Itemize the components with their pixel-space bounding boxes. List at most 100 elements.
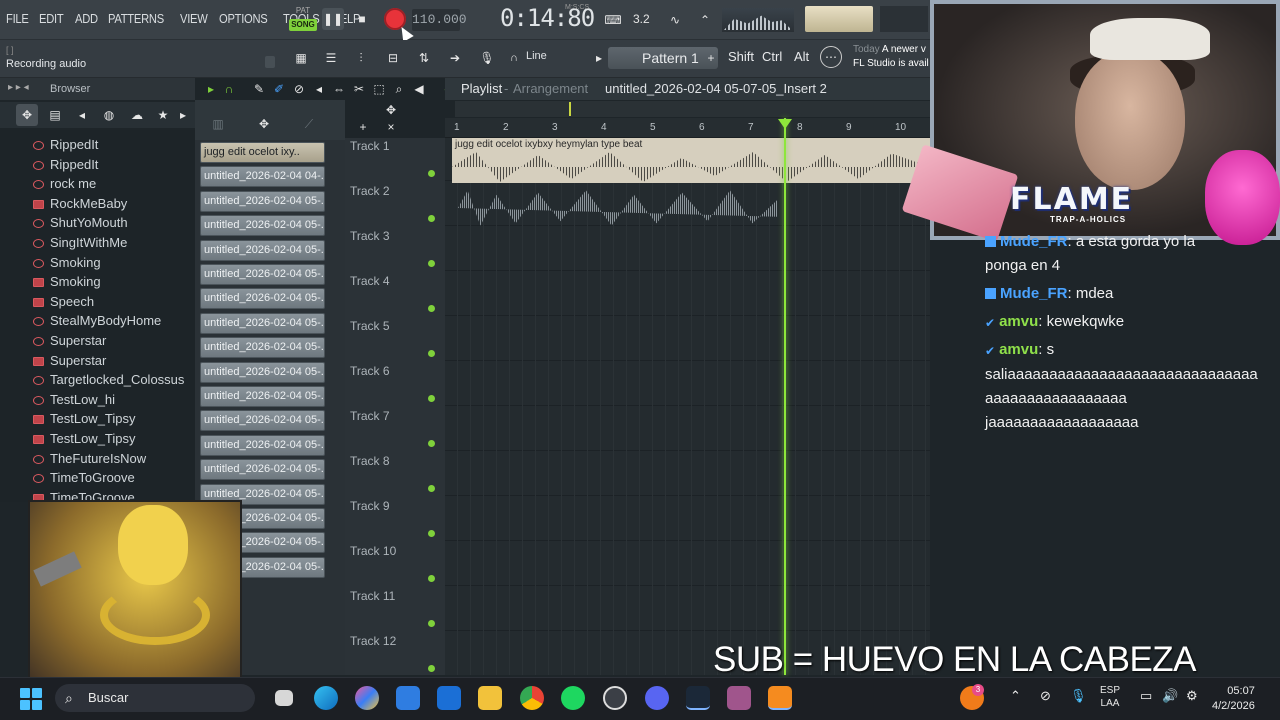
browser-files-icon[interactable]: ▤ xyxy=(44,104,66,126)
track-enable-led[interactable] xyxy=(428,350,435,357)
pattern-item[interactable]: untitled_2026-02-04 05-.. xyxy=(200,288,325,310)
track-label[interactable]: Track 8 xyxy=(350,454,390,468)
pencil-icon[interactable]: ✎ xyxy=(248,78,270,100)
chat-username[interactable]: Mude_FR xyxy=(1000,233,1068,250)
channel-rack-icon[interactable]: ⫶ xyxy=(350,47,372,69)
menu-options[interactable]: OPTIONS xyxy=(219,11,268,26)
paint-icon[interactable]: ✐ xyxy=(268,78,290,100)
mixer-icon[interactable]: ⊟ xyxy=(382,47,404,69)
pattern-item[interactable]: untitled_2026-02-04 05-.. xyxy=(200,239,325,261)
track-label[interactable]: Track 4 xyxy=(350,274,390,288)
browser-item[interactable]: SingItWithMe xyxy=(50,235,127,250)
spotify-icon[interactable] xyxy=(561,686,585,710)
file-explorer-icon[interactable] xyxy=(478,686,502,710)
mute-icon[interactable]: ◂ xyxy=(308,78,330,100)
browser-item[interactable]: TestLow_hi xyxy=(50,392,115,407)
pattern-item[interactable]: untitled_2026-02-04 05-.. xyxy=(200,312,325,334)
track-label[interactable]: Track 11 xyxy=(350,589,395,603)
pattern-item[interactable]: untitled_2026-02-04 05-.. xyxy=(200,215,325,237)
playhead-marker[interactable] xyxy=(778,119,792,129)
pause-button[interactable]: ❚❚ xyxy=(322,8,344,30)
browser-world-icon[interactable]: ◍ xyxy=(98,104,120,126)
discord-icon[interactable] xyxy=(645,686,669,710)
add-icon[interactable]: + xyxy=(352,116,374,138)
tempo-display[interactable]: 110.000 xyxy=(412,9,467,31)
browser-item[interactable]: RockMeBaby xyxy=(50,196,127,211)
playlist-window-icon[interactable]: ▦ xyxy=(290,47,312,69)
track-label[interactable]: Track 12 xyxy=(350,634,396,648)
browser-filter-icon[interactable]: ✥ xyxy=(16,104,38,126)
tray-settings-icon[interactable]: ⚙ xyxy=(1186,688,1198,704)
headphones-icon[interactable]: ∩ xyxy=(218,78,240,100)
slice-icon[interactable]: ✂ xyxy=(348,78,370,100)
pattern-item[interactable]: jugg edit ocelot ixy.. xyxy=(200,142,325,163)
steam-icon[interactable] xyxy=(686,686,710,710)
browser-next-icon[interactable]: ▸ xyxy=(172,104,194,126)
tray-chevron-icon[interactable]: ⌃ xyxy=(1010,688,1021,704)
track-enable-led[interactable] xyxy=(428,575,435,582)
track-enable-led[interactable] xyxy=(428,530,435,537)
master-volume-slider[interactable] xyxy=(805,6,873,32)
arrow-right-icon[interactable]: ➔ xyxy=(444,47,466,69)
menu-view[interactable]: VIEW xyxy=(180,11,208,26)
meter-display[interactable]: 3.2 xyxy=(633,12,650,26)
track-enable-led[interactable] xyxy=(428,485,435,492)
pattern-list-icon[interactable]: ▥ xyxy=(207,113,229,135)
browser-arrow-icon[interactable]: ▸ ▸ ◂ xyxy=(8,82,29,93)
track-enable-led[interactable] xyxy=(428,665,435,672)
tools-icon[interactable]: ⟋ xyxy=(298,113,320,135)
news-panel[interactable]: Today A newer v FL Studio is avail xyxy=(853,43,929,71)
browser-item[interactable]: Smoking xyxy=(50,255,101,270)
track-enable-led[interactable] xyxy=(428,305,435,312)
snap-selector[interactable]: Line xyxy=(526,50,547,62)
typing-keyboard-icon[interactable]: ⌨ xyxy=(602,9,624,31)
browser-item[interactable]: ShutYoMouth xyxy=(50,215,128,230)
chat-username[interactable]: amvu xyxy=(999,341,1038,358)
browser-item[interactable]: rock me xyxy=(50,176,96,191)
ctrl-key[interactable]: Ctrl xyxy=(762,49,782,64)
menu-edit[interactable]: EDIT xyxy=(39,11,64,26)
delete-icon[interactable]: ⊘ xyxy=(288,78,310,100)
piano-roll-icon[interactable]: ☰ xyxy=(320,47,342,69)
browser-item[interactable]: RippedIt xyxy=(50,137,98,152)
browser-item[interactable]: Superstar xyxy=(50,333,106,348)
track-label[interactable]: Track 9 xyxy=(350,499,390,513)
browser-item[interactable]: Speech xyxy=(50,294,94,309)
browser-header[interactable]: Browser xyxy=(0,78,195,100)
taskbar-clock[interactable]: 05:07 4/2/2026 xyxy=(1212,684,1255,714)
track-label[interactable]: Track 5 xyxy=(350,319,390,333)
news-icon[interactable]: ⋯ xyxy=(820,46,842,68)
metronome-icon[interactable]: ⌃ xyxy=(694,9,716,31)
pattern-item[interactable]: untitled_2026-02-04 05-.. xyxy=(200,264,325,285)
microphone-icon[interactable]: 🎙 xyxy=(476,47,498,69)
magnet-icon[interactable]: ∩ xyxy=(503,47,525,69)
track-enable-led[interactable] xyxy=(428,215,435,222)
browser-item[interactable]: TheFutureIsNow xyxy=(50,451,146,466)
tray-display-icon[interactable]: ▭ xyxy=(1140,688,1152,704)
slip-icon[interactable]: ⇔ xyxy=(328,78,350,100)
playback-icon[interactable]: ◀ xyxy=(408,78,430,100)
task-view-icon[interactable] xyxy=(275,690,293,706)
edge-icon[interactable] xyxy=(314,686,338,710)
browser-item[interactable]: TestLow_Tipsy xyxy=(50,431,136,446)
track-enable-led[interactable] xyxy=(428,260,435,267)
winrar-icon[interactable] xyxy=(727,686,751,710)
shift-key[interactable]: Shift xyxy=(728,49,754,64)
tray-volume-icon[interactable]: 🔊 xyxy=(1162,688,1178,704)
taskbar-search[interactable]: ⌕ Buscar xyxy=(55,684,255,712)
menu-patterns[interactable]: PATTERNS xyxy=(108,11,164,26)
chrome-icon[interactable] xyxy=(520,686,544,710)
loop-marker[interactable] xyxy=(569,102,571,116)
track-label[interactable]: Track 3 xyxy=(350,229,390,243)
browser-item[interactable]: TestLow_Tipsy xyxy=(50,411,136,426)
track-enable-led[interactable] xyxy=(428,620,435,627)
track-label[interactable]: Track 1 xyxy=(350,139,390,153)
chat-username[interactable]: amvu xyxy=(999,313,1038,330)
plugin-picker-icon[interactable]: ⇅ xyxy=(413,47,435,69)
timeline-ruler[interactable] xyxy=(445,118,930,138)
pattern-item[interactable]: untitled_2026-02-04 05-.. xyxy=(200,459,325,481)
tray-mic-icon[interactable]: 🎙 xyxy=(1070,688,1087,704)
track-enable-led[interactable] xyxy=(428,395,435,402)
copilot-icon[interactable] xyxy=(355,686,379,710)
browser-plugins-icon[interactable]: ◂ xyxy=(71,104,93,126)
